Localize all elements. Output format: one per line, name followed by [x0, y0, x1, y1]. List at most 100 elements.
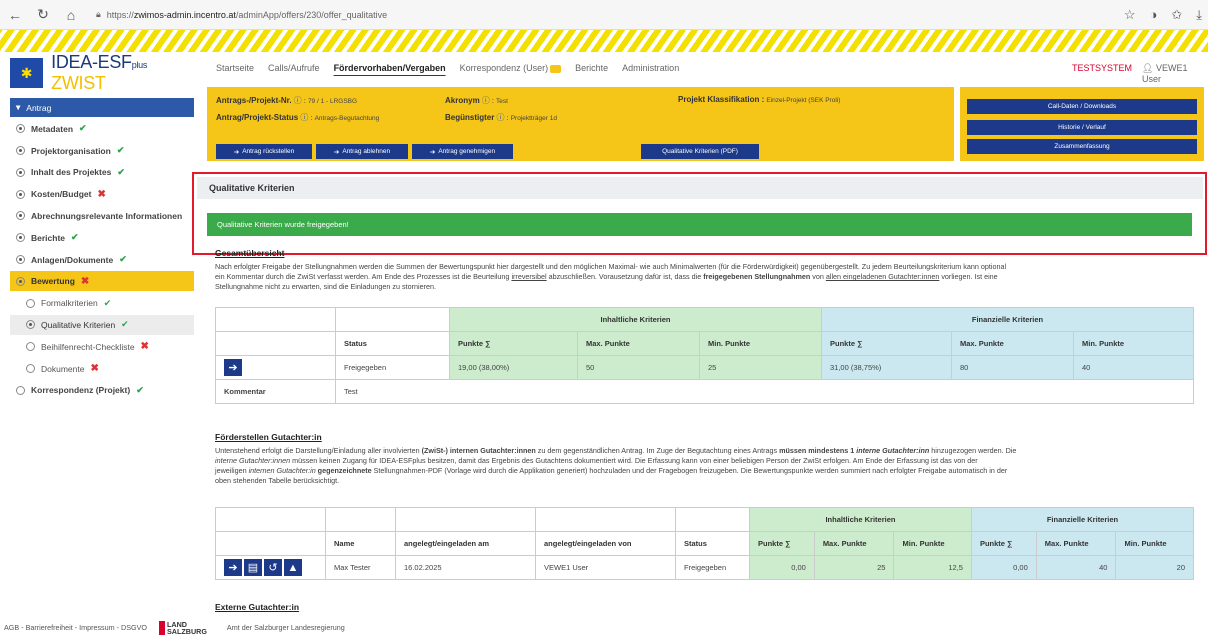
document-icon[interactable]: ▤	[244, 558, 262, 576]
qualitative-pdf-button[interactable]: Qualitative Kriterien (PDF)	[641, 144, 759, 159]
antrag-ablehnen-button[interactable]: ➔ Antrag ablehnen	[316, 144, 408, 159]
home-icon[interactable]: ⌂	[62, 6, 80, 24]
undo-icon[interactable]: ↺	[264, 558, 282, 576]
logo[interactable]: ✱ IDEA-ESFplus ZWIST	[10, 52, 194, 93]
sidebar-item-label: Korrespondenz (Projekt)	[31, 385, 131, 396]
arrow-right-icon: ➔	[233, 148, 240, 156]
sidebar-subitem-beihilfe[interactable]: Beihilfenrecht-Checkliste ✖	[10, 337, 194, 357]
sidebar-item-berichte[interactable]: Berichte ✔	[10, 228, 194, 248]
sidebar-item-korrespondenz[interactable]: Korrespondenz (Projekt) ✔	[10, 380, 194, 400]
name-cell: Max Tester	[325, 555, 396, 580]
sidebar-item-kosten[interactable]: Kosten/Budget ✖	[10, 184, 194, 204]
sidebar-item-label: Bewertung	[31, 276, 75, 287]
check-icon: ✔	[117, 166, 125, 177]
status-cell: Freigegeben	[335, 355, 450, 380]
download-icon[interactable]: ⤓	[1196, 7, 1202, 23]
zusammenfassung-button[interactable]: Zusammenfassung	[967, 139, 1197, 154]
gesamtuebersicht-text: Nach erfolgter Freigabe der Stellungnahm…	[215, 262, 1200, 292]
nav-startseite[interactable]: Startseite	[216, 63, 254, 73]
footer: AGB - Barrierefreiheit - Impressum - DSG…	[0, 618, 1208, 637]
sidebar-item-label: Abrechnungsrelevante Informationen	[31, 210, 183, 221]
status-cell: Freigegeben	[675, 555, 750, 580]
arrow-right-icon[interactable]: ➔	[224, 359, 242, 376]
max-cell: 40	[1035, 555, 1117, 580]
arrow-right-icon[interactable]: ➔	[224, 558, 242, 576]
sidebar-item-label: Projektorganisation	[31, 145, 111, 156]
cross-icon: ✖	[90, 363, 99, 375]
sidebar-item-projektorganisation[interactable]: Projektorganisation ✔	[10, 141, 194, 161]
punkte-cell: 19,00 (38,00%)	[449, 355, 578, 380]
sidebar-item-label: Metadaten	[31, 123, 74, 134]
radio-icon	[16, 233, 25, 243]
max-cell: 80	[951, 355, 1074, 380]
nav-korrespondenz[interactable]: Korrespondenz (User)	[460, 63, 562, 73]
radio-icon	[26, 342, 35, 352]
radio-icon	[26, 364, 35, 374]
check-icon: ✔	[121, 319, 129, 330]
sidebar-subitem-formalkriterien[interactable]: Formalkriterien ✔	[10, 293, 194, 313]
nav-berichte[interactable]: Berichte	[575, 63, 608, 73]
button-label: Antrag rückstellen	[242, 148, 295, 155]
text-line: Untenstehend erfolgt die Darstellung/Ein…	[215, 446, 1017, 455]
punkte-cell: 0,00	[749, 555, 815, 580]
reload-icon[interactable]: ↻	[34, 6, 52, 24]
button-label: Antrag genehmigen	[438, 148, 496, 155]
cross-icon: ✖	[97, 188, 106, 200]
group-inhaltliche: Inhaltliche Kriterien	[749, 507, 972, 532]
back-icon[interactable]: ←	[6, 6, 24, 24]
chat-icon	[550, 64, 562, 73]
call-daten-button[interactable]: Call-Daten / Downloads	[967, 99, 1197, 114]
user-menu[interactable]: 👤︎ VEWE1 User	[1142, 63, 1208, 84]
check-icon: ✔	[136, 384, 144, 395]
kommentar-value: Test	[335, 379, 1194, 404]
historie-button[interactable]: Historie / Verlauf	[967, 120, 1197, 135]
flag-icon	[158, 620, 165, 635]
radio-icon	[16, 167, 25, 177]
col-max: Max. Punkte	[813, 531, 895, 556]
sidebar-item-antrag[interactable]: ▾ Antrag	[10, 98, 194, 117]
app-logo-text: IDEA-ESFplus ZWIST	[51, 52, 148, 93]
sidebar-subitem-qualitative[interactable]: Qualitative Kriterien ✔	[10, 314, 194, 335]
arrow-right-icon: ➔	[429, 148, 436, 156]
empty-cell	[335, 307, 450, 332]
sidebar-item-anlagen[interactable]: Anlagen/Dokumente ✔	[10, 250, 194, 270]
extension-icon[interactable]: ◑	[1149, 7, 1157, 23]
nav-administration[interactable]: Administration	[622, 63, 679, 73]
antrag-status: Antrag/Projekt-Status ⓘ : Antrags-Beguta…	[216, 113, 380, 122]
footer-links[interactable]: AGB - Barrierefreiheit - Impressum - DSG…	[0, 623, 147, 632]
min-cell: 12,5	[893, 555, 972, 580]
sidebar-item-abrechnung[interactable]: Abrechnungsrelevante Informationen	[10, 206, 194, 226]
radio-icon	[16, 276, 25, 286]
sidebar-item-label: Berichte	[31, 232, 66, 243]
empty-cell	[535, 507, 676, 532]
empty-cell	[675, 507, 750, 532]
nav-calls[interactable]: Calls/Aufrufe	[268, 63, 320, 73]
sidebar-subitem-dokumente[interactable]: Dokumente ✖	[10, 359, 194, 379]
foerderstellen-text: Untenstehend erfolgt die Darstellung/Ein…	[215, 446, 1200, 486]
user-icon: 👤︎	[1142, 63, 1154, 73]
group-inhaltliche: Inhaltliche Kriterien	[449, 307, 822, 332]
projekt-klassifikation: Projekt Klassifikation : Einzel-Projekt …	[678, 95, 841, 104]
col-max: Max. Punkte	[1035, 531, 1117, 556]
sidebar-item-bewertung[interactable]: Bewertung ✖	[10, 271, 194, 292]
empty-cell	[395, 507, 536, 532]
upload-icon[interactable]: ▲	[284, 559, 302, 577]
favorites-icon[interactable]: ✩	[1171, 7, 1182, 23]
am-cell: 16.02.2025	[395, 555, 536, 580]
star-icon[interactable]: ☆	[1124, 7, 1136, 23]
sidebar-item-label: Qualitative Kriterien	[41, 319, 116, 330]
arrow-right-icon: ➔	[333, 148, 340, 156]
button-label: Antrag ablehnen	[342, 148, 391, 155]
sidebar-item-inhalt[interactable]: Inhalt des Projektes ✔	[10, 162, 194, 182]
url-bar[interactable]: 🔒︎ https://zwimos-admin.incentro.at/admi…	[90, 5, 390, 25]
sidebar-item-label: Anlagen/Dokumente	[31, 254, 114, 265]
browser-toolbar: ← ↻ ⌂ 🔒︎ https://zwimos-admin.incentro.a…	[0, 0, 1208, 30]
radio-icon	[26, 320, 35, 330]
check-icon: ✔	[116, 145, 125, 156]
antrag-genehmigen-button[interactable]: ➔ Antrag genehmigen	[412, 144, 513, 159]
project-header: Antrags-/Projekt-Nr. ⓘ : 79 / 1 - LRGSBG…	[207, 87, 954, 161]
nav-foerdervorhaben[interactable]: Fördervorhaben/Vergaben	[334, 63, 446, 73]
antrag-rueckstellen-button[interactable]: ➔ Antrag rückstellen	[216, 144, 312, 159]
radio-icon	[26, 298, 35, 308]
sidebar-item-metadaten[interactable]: Metadaten ✔	[10, 119, 194, 139]
